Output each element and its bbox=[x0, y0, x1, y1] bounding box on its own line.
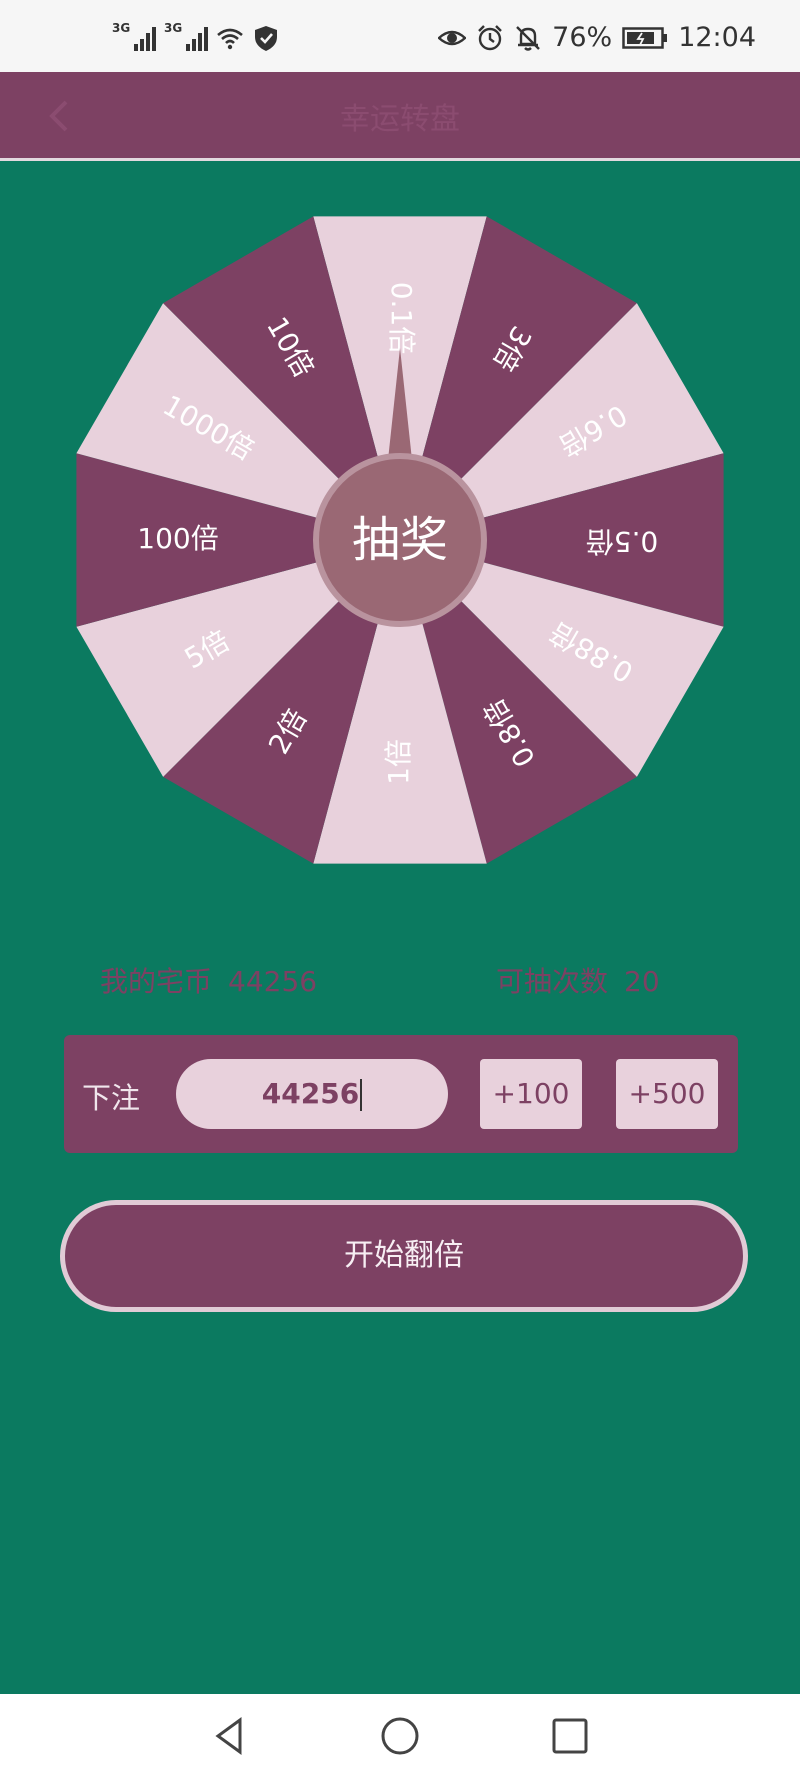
status-right: 76% 12:04 bbox=[438, 22, 756, 53]
wheel-segment-label: 1倍 bbox=[382, 739, 415, 785]
battery-icon bbox=[622, 26, 668, 49]
clock-time: 12:04 bbox=[678, 22, 756, 53]
signal-icon: 3G bbox=[112, 21, 156, 51]
wifi-icon bbox=[217, 28, 243, 50]
shield-icon bbox=[255, 26, 277, 51]
eye-icon bbox=[438, 30, 467, 45]
prize-wheel: 0.1倍 3倍0.6倍0.5倍0.88倍0.8倍1倍2倍5倍100倍1000倍10… bbox=[76, 216, 724, 864]
status-bar: 3G 3G 76% 12:04 bbox=[0, 0, 800, 72]
status-left: 3G 3G bbox=[112, 21, 280, 52]
bet-amount-input[interactable]: 44256 bbox=[176, 1059, 448, 1129]
draws-label: 可抽次数 bbox=[496, 965, 609, 998]
bell-off-icon bbox=[516, 25, 541, 51]
signal-icon: 3G bbox=[164, 21, 208, 51]
coins-value: 44256 bbox=[228, 965, 318, 998]
wheel-segment-label: 100倍 bbox=[137, 522, 218, 555]
bet-panel: 下注 44256 +100 +500 bbox=[64, 1035, 738, 1153]
page-title: 幸运转盘 bbox=[340, 102, 460, 137]
network-type-2: 3G bbox=[164, 21, 183, 35]
app-header: 幸运转盘 bbox=[0, 72, 800, 161]
nav-back-icon[interactable] bbox=[208, 1714, 252, 1758]
wheel-segment-label: 0.5倍 bbox=[586, 525, 659, 558]
draws-info: 可抽次数 20 bbox=[496, 960, 660, 1000]
draw-button[interactable]: 抽奖 bbox=[313, 453, 487, 627]
coins-label: 我的宅币 bbox=[100, 965, 213, 998]
text-caret bbox=[360, 1079, 363, 1111]
coins-info: 我的宅币 44256 bbox=[100, 960, 317, 1000]
nav-home-icon[interactable] bbox=[378, 1714, 422, 1758]
draw-button-label[interactable]: 抽奖 bbox=[352, 512, 448, 568]
add-500-button[interactable]: +500 bbox=[616, 1059, 718, 1129]
add-100-button[interactable]: +100 bbox=[480, 1059, 582, 1129]
alarm-icon bbox=[478, 24, 503, 50]
system-nav-bar bbox=[0, 1694, 800, 1778]
network-type-1: 3G bbox=[112, 21, 131, 35]
draws-value: 20 bbox=[624, 965, 660, 998]
nav-recents-icon[interactable] bbox=[548, 1714, 592, 1758]
start-doubling-button[interactable]: 开始翻倍 bbox=[60, 1200, 748, 1312]
bet-amount-value: 44256 bbox=[261, 1077, 360, 1110]
battery-percent: 76% bbox=[552, 22, 613, 53]
wheel-segment-label: 0.1倍 bbox=[385, 282, 418, 355]
bet-label: 下注 bbox=[82, 1081, 141, 1115]
